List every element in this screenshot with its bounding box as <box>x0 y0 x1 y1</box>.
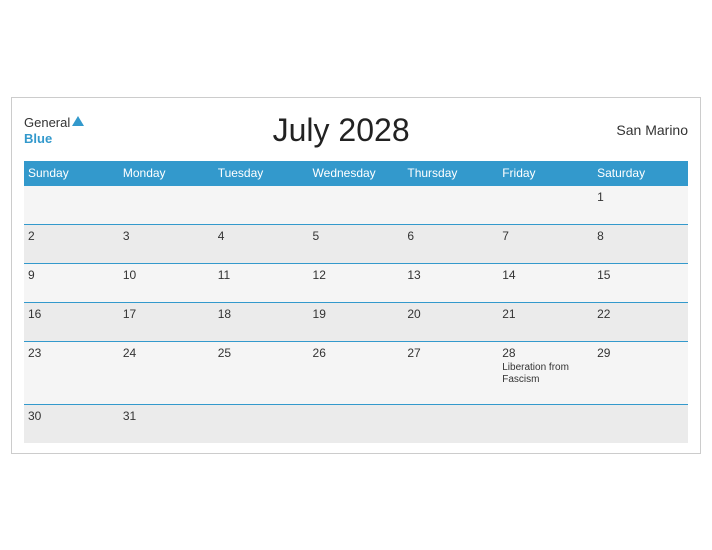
calendar-week-row: 16 17 18 19 20 21 22 <box>24 302 688 341</box>
calendar-cell: 21 <box>498 302 593 341</box>
day-number: 15 <box>597 268 684 282</box>
calendar-container: General Blue July 2028 San Marino Sunday… <box>11 97 701 454</box>
calendar-cell <box>214 404 309 443</box>
calendar-header-row: SundayMondayTuesdayWednesdayThursdayFrid… <box>24 161 688 186</box>
logo-triangle-icon <box>72 116 84 126</box>
calendar-cell: 2 <box>24 224 119 263</box>
day-number: 14 <box>502 268 589 282</box>
day-number: 18 <box>218 307 305 321</box>
calendar-cell: 11 <box>214 263 309 302</box>
day-number: 17 <box>123 307 210 321</box>
calendar-header: General Blue July 2028 San Marino <box>24 108 688 153</box>
day-number: 7 <box>502 229 589 243</box>
day-number: 30 <box>28 409 115 423</box>
calendar-cell: 10 <box>119 263 214 302</box>
weekday-header-wednesday: Wednesday <box>309 161 404 186</box>
day-number: 29 <box>597 346 684 360</box>
day-number: 12 <box>313 268 400 282</box>
weekday-header-friday: Friday <box>498 161 593 186</box>
logo-general: General <box>24 114 84 132</box>
day-number: 26 <box>313 346 400 360</box>
calendar-cell: 28 Liberation from Fascism <box>498 341 593 404</box>
country-label: San Marino <box>598 122 688 138</box>
day-number: 31 <box>123 409 210 423</box>
day-number: 11 <box>218 268 305 282</box>
calendar-cell: 7 <box>498 224 593 263</box>
calendar-week-row: 9 10 11 12 13 14 15 <box>24 263 688 302</box>
day-number: 22 <box>597 307 684 321</box>
day-number: 9 <box>28 268 115 282</box>
calendar-cell <box>119 185 214 224</box>
day-number: 13 <box>407 268 494 282</box>
calendar-week-row: 2345678 <box>24 224 688 263</box>
calendar-cell <box>403 185 498 224</box>
day-number: 4 <box>218 229 305 243</box>
calendar-body: 1234567891011121314151617181920212223242… <box>24 185 688 443</box>
calendar-cell <box>498 404 593 443</box>
calendar-cell <box>498 185 593 224</box>
calendar-table: SundayMondayTuesdayWednesdayThursdayFrid… <box>24 161 688 443</box>
calendar-cell: 14 <box>498 263 593 302</box>
logo: General Blue <box>24 114 84 146</box>
calendar-cell <box>309 404 404 443</box>
calendar-cell <box>403 404 498 443</box>
calendar-cell: 4 <box>214 224 309 263</box>
weekday-header-sunday: Sunday <box>24 161 119 186</box>
calendar-cell: 26 <box>309 341 404 404</box>
calendar-cell: 17 <box>119 302 214 341</box>
weekday-header-tuesday: Tuesday <box>214 161 309 186</box>
calendar-cell: 27 <box>403 341 498 404</box>
weekday-header-thursday: Thursday <box>403 161 498 186</box>
calendar-cell: 24 <box>119 341 214 404</box>
calendar-cell: 29 <box>593 341 688 404</box>
day-number: 5 <box>313 229 400 243</box>
day-number: 25 <box>218 346 305 360</box>
calendar-week-row: 1 <box>24 185 688 224</box>
calendar-cell: 25 <box>214 341 309 404</box>
logo-blue: Blue <box>24 132 84 146</box>
calendar-cell <box>593 404 688 443</box>
calendar-cell: 31 <box>119 404 214 443</box>
calendar-cell <box>309 185 404 224</box>
calendar-cell: 22 <box>593 302 688 341</box>
calendar-cell: 1 <box>593 185 688 224</box>
calendar-cell: 19 <box>309 302 404 341</box>
event-label: Liberation from Fascism <box>502 362 589 386</box>
day-number: 21 <box>502 307 589 321</box>
calendar-cell: 16 <box>24 302 119 341</box>
calendar-cell: 23 <box>24 341 119 404</box>
day-number: 2 <box>28 229 115 243</box>
day-number: 1 <box>597 190 684 204</box>
day-number: 10 <box>123 268 210 282</box>
calendar-week-row: 30 31 <box>24 404 688 443</box>
calendar-cell <box>24 185 119 224</box>
weekday-header-row: SundayMondayTuesdayWednesdayThursdayFrid… <box>24 161 688 186</box>
day-number: 16 <box>28 307 115 321</box>
day-number: 28 <box>502 346 589 360</box>
calendar-cell: 20 <box>403 302 498 341</box>
calendar-cell: 3 <box>119 224 214 263</box>
weekday-header-saturday: Saturday <box>593 161 688 186</box>
day-number: 20 <box>407 307 494 321</box>
calendar-cell: 12 <box>309 263 404 302</box>
day-number: 24 <box>123 346 210 360</box>
calendar-cell: 6 <box>403 224 498 263</box>
calendar-cell: 15 <box>593 263 688 302</box>
calendar-week-row: 23 24 25 26 27 28 Liberation from Fascism 29 <box>24 341 688 404</box>
calendar-cell <box>214 185 309 224</box>
calendar-cell: 13 <box>403 263 498 302</box>
day-number: 19 <box>313 307 400 321</box>
day-number: 6 <box>407 229 494 243</box>
calendar-cell: 18 <box>214 302 309 341</box>
day-number: 8 <box>597 229 684 243</box>
calendar-cell: 5 <box>309 224 404 263</box>
day-number: 3 <box>123 229 210 243</box>
calendar-cell: 8 <box>593 224 688 263</box>
calendar-cell: 9 <box>24 263 119 302</box>
day-number: 23 <box>28 346 115 360</box>
weekday-header-monday: Monday <box>119 161 214 186</box>
calendar-cell: 30 <box>24 404 119 443</box>
day-number: 27 <box>407 346 494 360</box>
month-title: July 2028 <box>84 112 598 149</box>
